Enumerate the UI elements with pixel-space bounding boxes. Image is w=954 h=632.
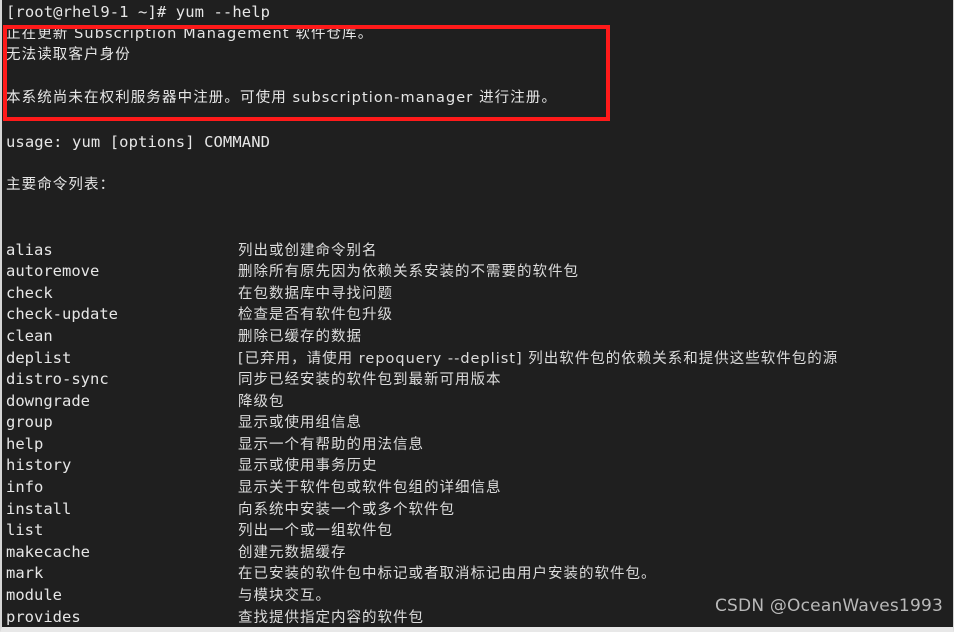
subscription-message-3: 本系统尚未在权利服务器中注册。可使用 subscription-manager … [6, 90, 558, 107]
command-name: distro-sync [6, 370, 109, 389]
command-name: provides [6, 607, 81, 626]
command-row: reinstall重新安装软件包 [6, 628, 953, 632]
command-name: makecache [6, 542, 90, 561]
command-name: downgrade [6, 391, 90, 410]
command-name: mark [6, 564, 44, 583]
command-description: 列出一个或一组软件包 [238, 523, 393, 540]
spacer-line-2 [6, 153, 953, 175]
command-name: clean [6, 326, 53, 345]
spacer-line-1 [6, 110, 953, 132]
command-row: alias 列出或创建命令别名 [6, 240, 953, 262]
terminal-window[interactable]: [root@rhel9-1 ~]# yum --help 正在更新 Subscr… [0, 0, 954, 632]
command-row: distro-sync 同步已经安装的软件包到最新可用版本 [6, 369, 953, 391]
command-row: makecache 创建元数据缓存 [6, 542, 953, 564]
command-row: deplist [已弃用，请使用 repoquery --deplist] 列出软… [6, 348, 953, 370]
command-name: history [6, 456, 72, 475]
command-description: 向系统中安装一个或多个软件包 [238, 501, 455, 518]
command-description: [已弃用，请使用 repoquery --deplist] 列出软件包的依赖关系… [238, 350, 839, 367]
command-description: 与模块交互。 [238, 588, 331, 605]
command-description: 查找提供指定内容的软件包 [238, 609, 424, 626]
subscription-message-2 [6, 67, 953, 89]
command-row: check-update 检查是否有软件包升级 [6, 304, 953, 326]
spacer-line-3 [6, 196, 953, 218]
command-description: 显示一个有帮助的用法信息 [238, 436, 424, 453]
command-description: 显示关于软件包或软件包组的详细信息 [238, 480, 502, 497]
command-row: downgrade 降级包 [6, 391, 953, 413]
command-name: deplist [6, 348, 72, 367]
command-name: reinstall [6, 628, 238, 632]
command-row: check 在包数据库中寻找问题 [6, 283, 953, 305]
subscription-message-0: 正在更新 Subscription Management 软件仓库。 [6, 25, 374, 42]
command-description: 显示或使用事务历史 [238, 458, 378, 475]
usage-line: usage: yum [options] COMMAND [6, 132, 271, 151]
commands-header: 主要命令列表： [6, 176, 116, 193]
prompt-line: [root@rhel9-1 ~]# yum --help [6, 3, 271, 21]
command-row: info 显示关于软件包或软件包组的详细信息 [6, 477, 953, 499]
command-description: 列出或创建命令别名 [238, 242, 378, 259]
command-description: 检查是否有软件包升级 [238, 307, 393, 324]
command-name: module [6, 586, 62, 605]
command-description: 显示或使用组信息 [238, 415, 362, 432]
command-name: help [6, 434, 44, 453]
spacer-line-4 [6, 218, 953, 240]
command-description: 在已安装的软件包中标记或者取消标记由用户安装的软件包。 [238, 566, 657, 583]
csdn-watermark: CSDN @OceanWaves1993 [714, 596, 943, 616]
command-row: clean 删除已缓存的数据 [6, 326, 953, 348]
command-row: list 列出一个或一组软件包 [6, 520, 953, 542]
command-row: help 显示一个有帮助的用法信息 [6, 434, 953, 456]
command-name: info [6, 478, 44, 497]
subscription-message-1: 无法读取客户身份 [6, 47, 131, 64]
command-description: 在包数据库中寻找问题 [238, 285, 393, 302]
command-name: install [6, 499, 72, 518]
command-row: history 显示或使用事务历史 [6, 455, 953, 477]
command-description: 同步已经安装的软件包到最新可用版本 [238, 372, 502, 389]
terminal-screen[interactable]: [root@rhel9-1 ~]# yum --help 正在更新 Subscr… [2, 0, 953, 627]
command-list: alias 列出或创建命令别名 autoremove 删除所有原先因为依赖关系安装的不… [6, 240, 953, 632]
command-row: autoremove 删除所有原先因为依赖关系安装的不需要的软件包 [6, 261, 953, 283]
command-row: mark 在已安装的软件包中标记或者取消标记由用户安装的软件包。 [6, 563, 953, 585]
command-name: check-update [6, 305, 118, 324]
command-name: list [6, 521, 44, 540]
command-description: 降级包 [238, 393, 285, 410]
command-description: 创建元数据缓存 [238, 544, 347, 561]
command-row: install 向系统中安装一个或多个软件包 [6, 499, 953, 521]
command-name: check [6, 283, 53, 302]
command-row: group 显示或使用组信息 [6, 412, 953, 434]
command-name: autoremove [6, 262, 100, 281]
command-name: group [6, 413, 53, 432]
command-description: 删除所有原先因为依赖关系安装的不需要的软件包 [238, 264, 579, 281]
command-description: 删除已缓存的数据 [238, 328, 362, 345]
command-name: alias [6, 240, 53, 259]
